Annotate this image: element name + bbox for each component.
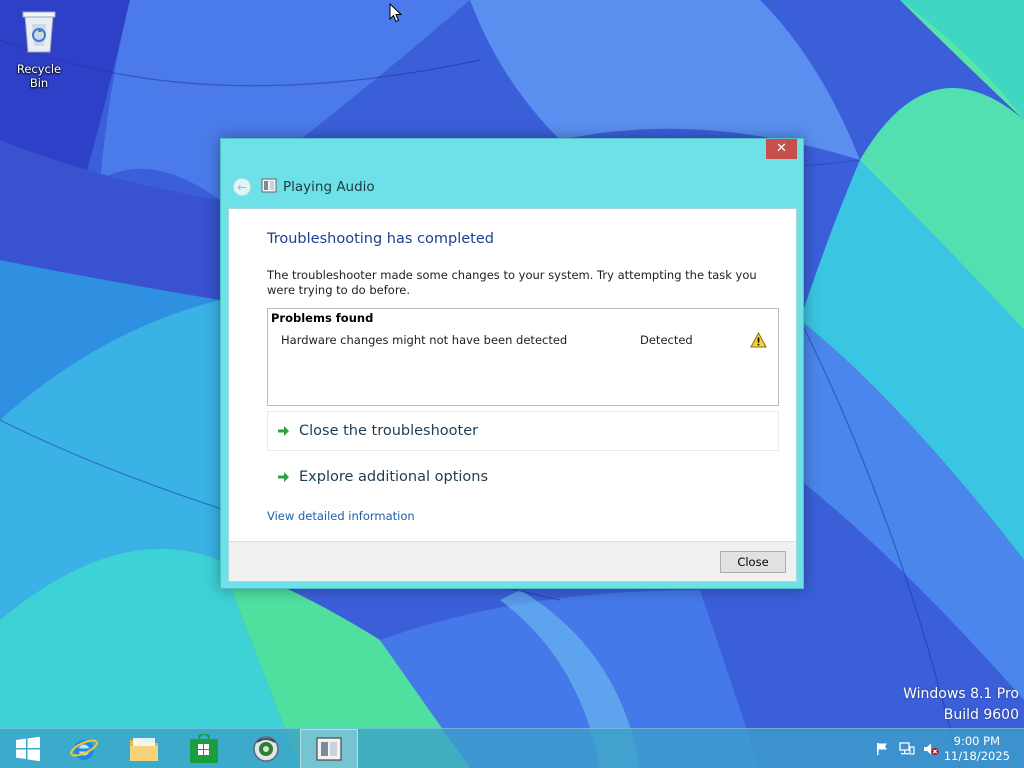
taskbar-store[interactable] bbox=[176, 729, 232, 768]
tray-action-center[interactable] bbox=[873, 741, 891, 757]
store-icon bbox=[190, 734, 218, 763]
problem-status: Detected bbox=[640, 333, 693, 347]
recycle-bin-icon bbox=[22, 11, 56, 53]
start-icon bbox=[16, 736, 40, 762]
green-arrow-icon bbox=[277, 468, 290, 487]
taskbar-file-explorer[interactable] bbox=[116, 729, 172, 768]
view-detailed-information-link[interactable]: View detailed information bbox=[267, 509, 415, 523]
close-button[interactable]: Close bbox=[720, 551, 786, 573]
recycle-bin-label: Recycle Bin bbox=[16, 62, 62, 90]
taskbar-clock[interactable]: 9:00 PM 11/18/2025 bbox=[944, 734, 1010, 764]
network-icon bbox=[899, 742, 915, 755]
warning-icon bbox=[750, 331, 767, 351]
taskbar-media-center[interactable] bbox=[238, 729, 294, 768]
green-arrow-icon bbox=[277, 422, 290, 441]
taskbar-troubleshooter[interactable] bbox=[300, 729, 358, 768]
troubleshooter-app-icon bbox=[261, 178, 277, 197]
result-description: The troubleshooter made some changes to … bbox=[267, 268, 757, 297]
watermark-edition: Windows 8.1 Pro bbox=[903, 686, 1019, 702]
tray-network[interactable] bbox=[898, 741, 916, 757]
clock-date: 11/18/2025 bbox=[943, 749, 1010, 763]
flag-icon bbox=[877, 743, 887, 755]
back-button[interactable]: ← bbox=[233, 178, 251, 196]
problem-row: Hardware changes might not have been det… bbox=[268, 331, 778, 351]
recycle-bin-shortcut[interactable]: Recycle Bin bbox=[6, 6, 72, 90]
troubleshooter-window: ✕ ← Playing Audio Troubleshooting has co… bbox=[220, 138, 804, 589]
clock-time: 9:00 PM bbox=[953, 734, 1001, 748]
taskbar-internet-explorer[interactable] bbox=[56, 729, 112, 768]
taskbar: 9:00 PM 11/18/2025 bbox=[0, 728, 1024, 768]
problem-description: Hardware changes might not have been det… bbox=[281, 333, 568, 347]
window-footer: Close bbox=[229, 541, 796, 581]
os-watermark: Windows 8.1 Pro Build 9600 bbox=[903, 684, 1019, 726]
troubleshooter-icon bbox=[316, 737, 342, 761]
mouse-cursor bbox=[389, 2, 403, 27]
close-troubleshooter-label: Close the troubleshooter bbox=[299, 423, 479, 439]
problems-found-title: Problems found bbox=[271, 311, 374, 325]
window-content: Troubleshooting has completed The troubl… bbox=[228, 208, 797, 582]
explore-options-label: Explore additional options bbox=[299, 469, 489, 485]
close-troubleshooter-link[interactable]: Close the troubleshooter bbox=[267, 411, 779, 451]
back-arrow-icon: ← bbox=[237, 180, 247, 194]
internet-explorer-icon bbox=[70, 739, 98, 760]
media-center-icon bbox=[253, 736, 279, 762]
watermark-build: Build 9600 bbox=[943, 707, 1019, 723]
window-title: Playing Audio bbox=[283, 179, 375, 195]
file-explorer-icon bbox=[130, 738, 158, 761]
volume-muted-icon bbox=[924, 743, 939, 755]
close-icon: ✕ bbox=[776, 141, 787, 156]
problems-found-box: Problems found Hardware changes might no… bbox=[267, 308, 779, 406]
start-button[interactable] bbox=[0, 729, 56, 768]
page-heading: Troubleshooting has completed bbox=[267, 231, 494, 247]
window-close-button[interactable]: ✕ bbox=[766, 139, 797, 159]
tray-volume[interactable] bbox=[922, 741, 940, 757]
window-header: ← Playing Audio bbox=[233, 177, 375, 197]
arrow-cursor-icon bbox=[389, 2, 403, 23]
explore-options-link[interactable]: Explore additional options bbox=[267, 457, 779, 497]
